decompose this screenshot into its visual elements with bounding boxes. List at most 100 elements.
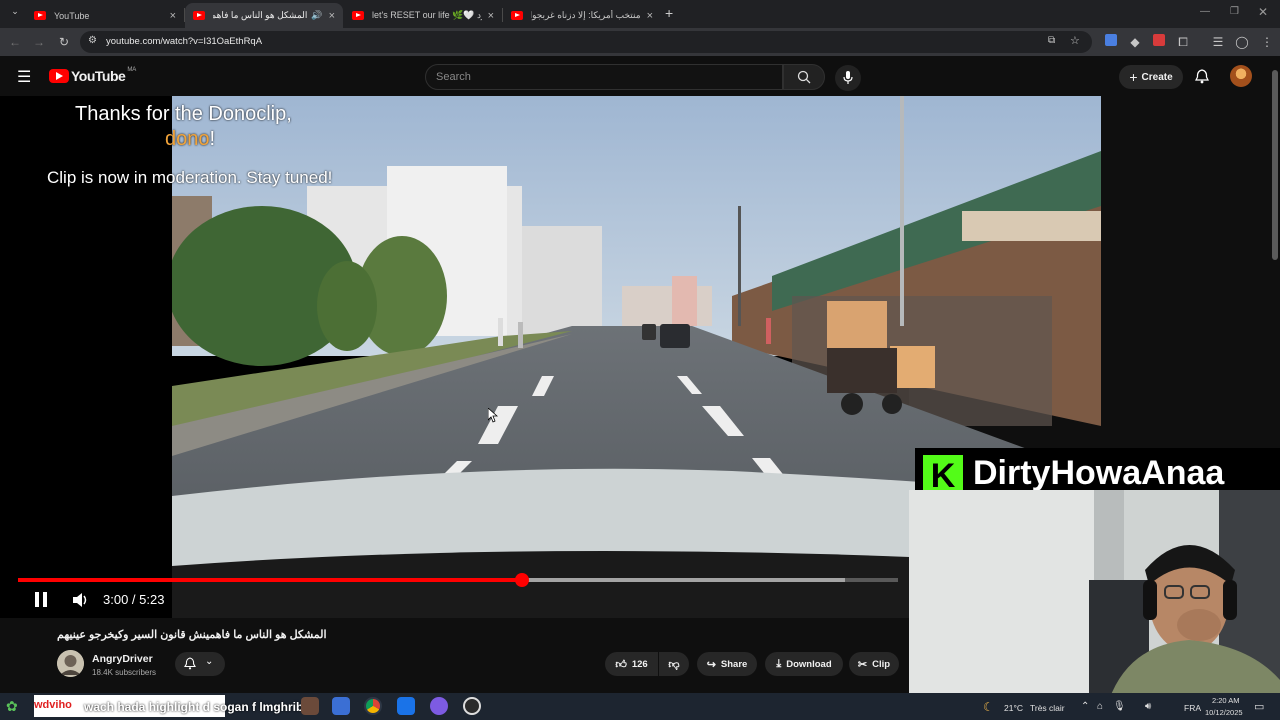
browser-tab-strip: ⌄ YouTube × المشكل هو الناس ما فاهمينش 🔊… xyxy=(0,0,1280,28)
scissors-icon: ✂ xyxy=(857,658,868,671)
channel-avatar-image xyxy=(57,650,84,677)
dislike-button[interactable]: 👎︎ xyxy=(659,652,689,676)
close-tab-icon[interactable]: × xyxy=(647,10,653,22)
ticker-message: wach hada highlight d sogan f lmghrib xyxy=(84,700,304,714)
tab-current-video[interactable]: المشكل هو الناس ما فاهمينش 🔊 × xyxy=(185,3,343,28)
channel-avatar[interactable] xyxy=(57,650,84,677)
extensions-puzzle-icon[interactable]: ⧠ xyxy=(1175,34,1191,50)
search-box[interactable] xyxy=(425,64,783,90)
tab-list-button[interactable]: ⌄ xyxy=(8,6,22,20)
subscription-bell-button[interactable]: ⌄ xyxy=(175,652,225,676)
search-input[interactable] xyxy=(436,69,766,85)
close-tab-icon[interactable]: × xyxy=(329,10,335,22)
microphone-icon xyxy=(843,71,853,84)
share-arrow-icon: ↪ xyxy=(706,658,716,671)
mouse-cursor-icon xyxy=(488,408,498,423)
account-avatar[interactable] xyxy=(1230,65,1252,87)
channel-name[interactable]: AngryDriver xyxy=(92,653,153,665)
youtube-favicon-icon xyxy=(352,11,364,20)
share-button[interactable]: ↪ Share xyxy=(697,652,757,676)
tab-usa-team[interactable]: منتخب أمريكا: إلا دزناه غربجوا الله × xyxy=(503,3,661,28)
taskbar-app-obs[interactable] xyxy=(463,697,481,715)
close-tab-icon[interactable]: × xyxy=(488,10,494,22)
taskbar-app-photos[interactable] xyxy=(301,697,319,715)
voice-search-button[interactable] xyxy=(835,65,861,91)
video-title: المشكل هو الناس ما فاهمينش قانون السير و… xyxy=(57,629,327,641)
plus-icon: + xyxy=(1129,69,1138,85)
browser-toolbar: ← → ↻ ⚙ youtube.com/watch?v=I31OaEthRqA … xyxy=(0,28,1280,56)
seek-bar[interactable] xyxy=(18,578,898,582)
taskbar-app-outlook[interactable] xyxy=(397,697,415,715)
taskbar-app-chrome[interactable] xyxy=(364,697,382,715)
search-icon xyxy=(797,70,811,84)
network-icon[interactable]: ⌂ xyxy=(1097,701,1103,712)
tray-overflow-chevron-icon[interactable]: ⌃ xyxy=(1081,701,1089,712)
thumbs-down-icon: 👎︎ xyxy=(668,658,680,671)
youtube-masthead: ☰ YouTube MA + Create xyxy=(0,56,1280,96)
hamburger-menu-icon[interactable]: ☰ xyxy=(17,67,31,87)
donoclip-dono-line: dono! xyxy=(165,128,215,151)
youtube-logo[interactable]: YouTube MA xyxy=(49,67,137,84)
extension-diamond-icon[interactable]: ◆ xyxy=(1127,34,1143,50)
reload-icon[interactable]: ↻ xyxy=(56,34,72,50)
maximize-icon[interactable]: ❐ xyxy=(1230,6,1239,17)
tab-title: YouTube xyxy=(54,10,90,21)
close-window-icon[interactable]: ✕ xyxy=(1258,5,1268,19)
translate-extension-icon[interactable] xyxy=(1103,34,1119,50)
forward-arrow-icon[interactable]: → xyxy=(31,34,47,50)
weather-temp: 21°C xyxy=(1004,703,1023,713)
tab-title: المشكل هو الناس ما فاهمينش xyxy=(213,10,308,20)
dono-word: dono xyxy=(165,128,210,150)
address-bar[interactable]: ⚙ youtube.com/watch?v=I31OaEthRqA ⧉ ☆ xyxy=(80,31,1092,53)
tab-reset-life[interactable]: let's RESET our life 🌿🤍 البرد × xyxy=(344,3,502,28)
taskbar-app-discord[interactable] xyxy=(430,697,448,715)
dono-exclamation: ! xyxy=(209,128,216,150)
tab-title: let's RESET our life 🌿🤍 البرد xyxy=(372,10,482,20)
download-icon: ⤓ xyxy=(776,657,782,670)
create-button[interactable]: + Create xyxy=(1119,65,1183,89)
donoclip-thanks-text: Thanks for the Donoclip, xyxy=(75,103,292,125)
time-display: 3:00 / 5:23 xyxy=(103,592,165,607)
microphone-tray-icon[interactable]: 🎙︎ xyxy=(1113,701,1126,712)
audio-playing-icon[interactable]: 🔊 xyxy=(311,10,322,21)
volume-icon[interactable] xyxy=(72,592,90,608)
new-tab-button[interactable]: + xyxy=(665,5,673,21)
like-button[interactable]: 👍︎ 126 xyxy=(605,652,658,676)
subscriber-count: 18.4K subscribers xyxy=(92,668,157,677)
create-label: Create xyxy=(1141,71,1173,83)
search-button[interactable] xyxy=(783,64,825,90)
notifications-bell-icon[interactable] xyxy=(1195,69,1209,84)
keyboard-language[interactable]: FRA xyxy=(1184,703,1201,713)
close-tab-icon[interactable]: × xyxy=(170,10,176,22)
weather-icon[interactable]: ☾ xyxy=(983,700,994,714)
clip-label: Clip xyxy=(872,658,891,670)
reading-list-icon[interactable]: ☰ xyxy=(1210,34,1226,50)
profile-icon[interactable]: ◯ xyxy=(1234,34,1250,50)
minimize-icon[interactable]: — xyxy=(1200,6,1210,17)
speaker-tray-icon[interactable]: 🔊︎ xyxy=(1145,701,1151,712)
clock-time: 2:20 AM xyxy=(1212,696,1240,705)
start-button-icon[interactable]: ✿ xyxy=(6,698,18,715)
extension-red-icon[interactable] xyxy=(1151,34,1167,50)
pause-button[interactable] xyxy=(30,590,52,610)
youtube-favicon-icon xyxy=(511,11,523,20)
bell-icon xyxy=(184,657,196,670)
tab-youtube[interactable]: YouTube × xyxy=(26,3,184,28)
back-arrow-icon[interactable]: ← xyxy=(7,34,23,50)
notification-center-icon[interactable]: ▭ xyxy=(1254,700,1264,713)
download-button[interactable]: ⤓ Download xyxy=(765,652,843,676)
taskbar-app-store[interactable] xyxy=(332,697,350,715)
youtube-wordmark: YouTube xyxy=(71,68,126,84)
page-scrollbar[interactable] xyxy=(1272,70,1278,260)
cast-icon[interactable]: ⧉ xyxy=(1048,35,1055,46)
streamer-webcam xyxy=(909,490,1280,700)
streamer-name: DirtyHowaAnaa xyxy=(973,454,1225,492)
clip-button[interactable]: ✂ Clip xyxy=(849,652,899,676)
bookmark-star-icon[interactable]: ☆ xyxy=(1070,34,1080,47)
site-info-icon[interactable]: ⚙ xyxy=(88,35,97,46)
thumbs-up-icon: 👍︎ xyxy=(615,658,627,671)
region-code: MA xyxy=(127,67,137,73)
pause-icon xyxy=(35,592,39,607)
ticker-user: wdviho xyxy=(34,699,72,711)
browser-menu-icon[interactable]: ⋮ xyxy=(1259,34,1275,50)
